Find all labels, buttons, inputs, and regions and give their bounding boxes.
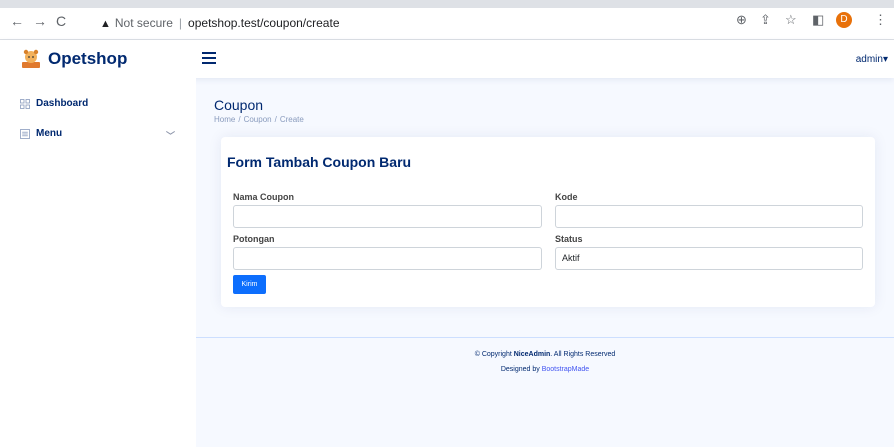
address-separator: | xyxy=(178,16,183,30)
form-title: Form Tambah Coupon Baru xyxy=(227,154,412,170)
caret-down-icon: ▾ xyxy=(882,54,888,65)
breadcrumb-home[interactable]: Home xyxy=(214,115,235,124)
coupon-form-card: Form Tambah Coupon Baru Nama Coupon Kode… xyxy=(221,137,875,307)
potongan-label: Potongan xyxy=(233,234,275,244)
sidepanel-icon[interactable]: ◧ xyxy=(812,13,824,27)
breadcrumb-separator: / xyxy=(238,115,241,124)
warning-icon: ▲ xyxy=(100,18,111,30)
user-name: admin xyxy=(855,54,883,65)
bootstrapmade-link[interactable]: BootstrapMade xyxy=(542,366,589,373)
footer-credits: Designed by BootstrapMade xyxy=(196,366,894,373)
sidebar-item-label: Dashboard xyxy=(36,98,89,109)
status-field[interactable]: Aktif xyxy=(555,247,863,270)
nama-coupon-label: Nama Coupon xyxy=(233,192,295,202)
app-header: Opetshop admin▾ xyxy=(0,40,894,78)
sidebar-item-dashboard[interactable]: Dashboard xyxy=(20,98,88,109)
pet-logo-icon xyxy=(22,49,40,68)
star-icon[interactable]: ☆ xyxy=(785,13,797,27)
profile-avatar[interactable]: D xyxy=(836,12,852,28)
back-icon[interactable]: ← xyxy=(10,14,24,28)
kode-input[interactable] xyxy=(555,205,863,228)
footer-copyright: © Copyright NiceAdmin. All Rights Reserv… xyxy=(196,351,894,358)
copyright-suffix: . All Rights Reserved xyxy=(550,351,616,358)
reload-icon[interactable]: C xyxy=(56,14,66,28)
breadcrumb-create: Create xyxy=(279,115,304,124)
brand-name: Opetshop xyxy=(48,49,128,68)
status-label: Status xyxy=(555,234,583,244)
browser-menu-icon[interactable]: ⋮ xyxy=(874,13,887,27)
page-title: Coupon xyxy=(214,97,264,113)
logo[interactable]: Opetshop xyxy=(20,49,127,69)
nama-coupon-input[interactable] xyxy=(233,205,542,228)
zoom-icon[interactable]: ⊕ xyxy=(736,13,747,27)
menu-list-icon xyxy=(20,128,30,139)
security-label: Not secure xyxy=(114,16,173,30)
grid-icon xyxy=(20,98,30,109)
browser-toolbar: ← → C ▲ Not secure | opetshop.test/coupon/c… xyxy=(0,0,894,40)
designed-prefix: Designed by xyxy=(500,366,542,373)
sidebar-item-menu[interactable]: Menu ﹀ xyxy=(20,128,180,142)
potongan-input[interactable] xyxy=(233,247,542,270)
sidebar-item-label: Menu xyxy=(36,128,63,139)
browser-tabstrip xyxy=(0,0,894,8)
breadcrumb-separator: / xyxy=(274,115,277,124)
forward-icon[interactable]: → xyxy=(33,14,47,28)
breadcrumb: Home / Coupon / Create xyxy=(214,115,304,124)
copyright-prefix: © Copyright xyxy=(474,351,514,358)
copyright-brand: NiceAdmin xyxy=(513,351,551,358)
kirim-button[interactable]: Kirim xyxy=(233,275,266,294)
hamburger-menu-icon[interactable] xyxy=(202,52,216,64)
address-bar[interactable]: ▲ Not secure | opetshop.test/coupon/create xyxy=(100,16,340,30)
share-icon[interactable]: ⇪ xyxy=(760,13,771,27)
kode-label: Kode xyxy=(555,192,578,202)
url-text: opetshop.test/coupon/create xyxy=(188,16,340,30)
chevron-down-icon[interactable]: ﹀ xyxy=(166,129,175,142)
sidebar: Dashboard Menu ﹀ xyxy=(0,78,196,447)
user-menu[interactable]: admin▾ xyxy=(856,54,888,65)
breadcrumb-coupon[interactable]: Coupon xyxy=(244,115,272,124)
footer-divider xyxy=(196,337,894,338)
